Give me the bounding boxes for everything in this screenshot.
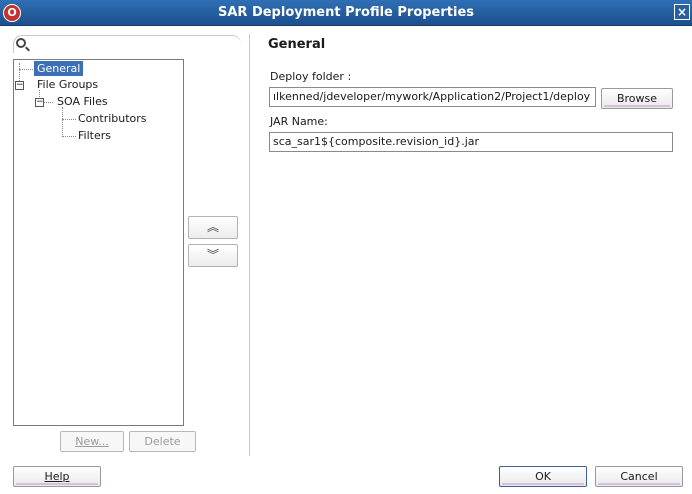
cancel-button[interactable]: Cancel [595,466,683,487]
title-bar: O SAR Deployment Profile Properties × [0,0,692,26]
tree-item-filters[interactable]: Filters [78,129,111,142]
tree-item-contributors[interactable]: Contributors [78,112,147,125]
ok-button[interactable]: OK [499,466,587,487]
move-up-button[interactable]: ︽ [188,216,238,239]
help-button-label: Help [44,470,70,483]
navigation-tree[interactable]: General − File Groups − SOA Files Contri… [13,59,184,426]
tree-item-file-groups[interactable]: File Groups [37,78,98,91]
tree-connector [62,107,63,137]
deploy-folder-label: Deploy folder : [270,70,352,83]
new-button[interactable]: New... [60,431,124,452]
browse-button[interactable]: Browse [601,88,673,109]
close-button[interactable]: × [674,4,690,20]
new-button-label: New... [75,435,109,448]
jar-name-field[interactable]: sca_sar1${composite.revision_id}.jar [269,132,673,152]
collapse-icon[interactable]: − [35,98,44,107]
delete-button[interactable]: Delete [129,431,196,452]
search-input[interactable] [13,35,241,53]
delete-button-label: Delete [144,435,181,448]
jar-name-label: JAR Name: [270,115,328,128]
deploy-folder-field[interactable]: ılkenned/jdeveloper/mywork/Application2/… [269,87,596,107]
tree-connector [62,136,76,137]
page-title: General [268,37,326,52]
collapse-icon[interactable]: − [15,81,24,90]
help-button[interactable]: Help [13,466,101,487]
move-down-button[interactable]: ︾ [188,244,238,267]
window-title: SAR Deployment Profile Properties [217,5,475,20]
panel-divider [249,34,250,456]
tree-connector [62,119,76,120]
search-icon [16,38,26,48]
tree-connector [19,69,33,70]
tree-item-general[interactable]: General [34,61,84,76]
tree-item-soa-files[interactable]: SOA Files [57,95,108,108]
